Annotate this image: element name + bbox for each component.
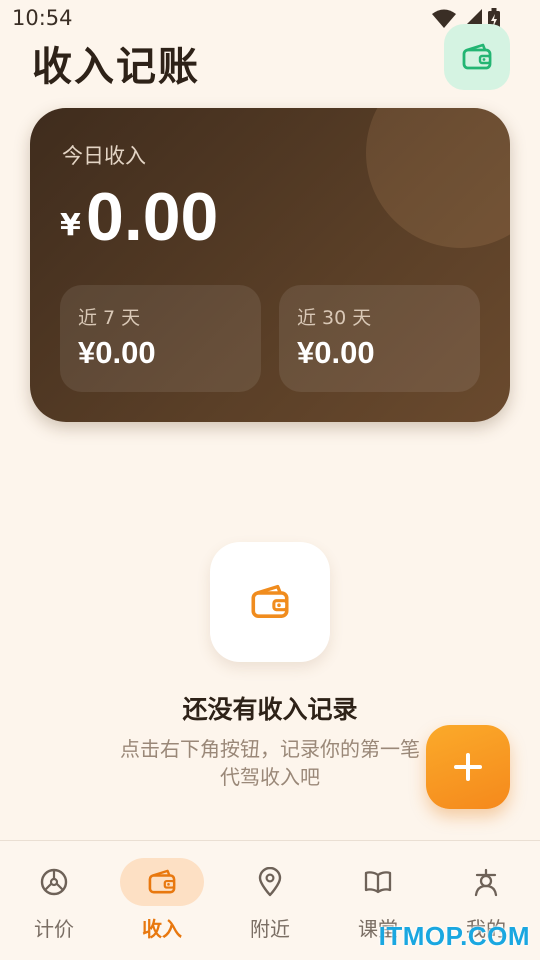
header-wallet-button[interactable] [444, 24, 510, 90]
wallet-icon [148, 869, 176, 894]
empty-state-desc-line1: 点击右下角按钮，记录你的第一笔 [120, 737, 420, 761]
nav-item-pricing[interactable]: 计价 [0, 841, 108, 960]
week-income-label: 近 7 天 [78, 307, 141, 329]
today-income-label: 今日收入 [62, 144, 146, 168]
today-income-amount: 0.00 [86, 179, 219, 255]
nav-icon-wrap [12, 858, 96, 906]
week-income-box: 近 7 天 ¥0.00 [60, 285, 261, 392]
empty-state-icon-box [210, 542, 330, 662]
nav-item-nearby[interactable]: 附近 [216, 841, 324, 960]
nav-icon-wrap [120, 858, 204, 906]
add-income-button[interactable] [426, 725, 510, 809]
month-income-label: 近 30 天 [297, 307, 372, 329]
nav-icon-wrap [228, 858, 312, 906]
empty-state-description: 点击右下角按钮，记录你的第一笔 代驾收入吧 [70, 735, 470, 791]
nav-label-income: 收入 [142, 917, 182, 941]
profile-icon [474, 868, 498, 897]
month-income-box: 近 30 天 ¥0.00 [279, 285, 480, 392]
income-summary-card: 今日收入 ¥ 0.00 近 7 天 ¥0.00 近 30 天 ¥0.00 [30, 108, 510, 422]
steering-wheel-icon [40, 868, 68, 896]
nav-icon-wrap [444, 858, 528, 906]
nav-label-pricing: 计价 [34, 917, 74, 941]
nav-icon-wrap [336, 858, 420, 906]
page-title: 收入记账 [32, 44, 200, 90]
status-time: 10:54 [12, 6, 73, 30]
wifi-icon [432, 9, 456, 28]
watermark: ITMOP.COM [378, 921, 530, 951]
empty-state-title: 还没有收入记录 [182, 695, 358, 724]
wallet-icon [251, 584, 289, 618]
month-income-value: ¥0.00 [297, 335, 375, 370]
wallet-icon [462, 43, 492, 70]
nav-item-income[interactable]: 收入 [108, 841, 216, 960]
nav-label-nearby: 附近 [250, 917, 290, 941]
plus-icon [454, 753, 482, 781]
currency-sign: ¥ [60, 208, 81, 243]
week-income-value: ¥0.00 [78, 335, 156, 370]
location-pin-icon [258, 867, 282, 897]
empty-state-desc-line2: 代驾收入吧 [220, 765, 320, 789]
book-icon [364, 871, 392, 894]
card-decoration [366, 108, 510, 248]
